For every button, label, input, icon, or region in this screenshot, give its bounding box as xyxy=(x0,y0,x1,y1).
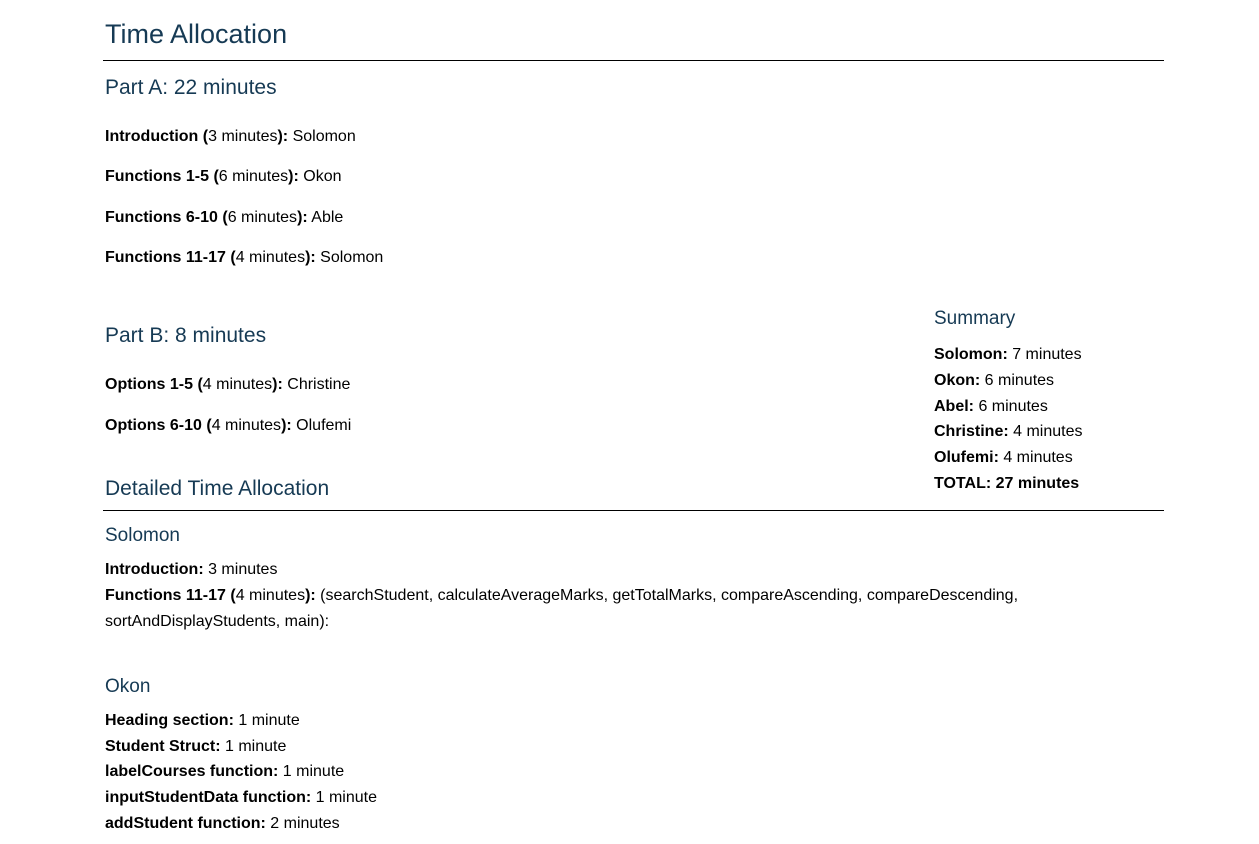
page-title: Time Allocation xyxy=(105,19,288,49)
summary-row-olufemi: Olufemi: 4 minutes xyxy=(934,445,1082,471)
part-b-item-options-6-10: Options 6-10 (4 minutes): Olufemi xyxy=(105,415,351,437)
summary-name: Okon: xyxy=(934,371,981,389)
part-a-heading: Part A: 22 minutes xyxy=(105,76,277,99)
item-post: ): xyxy=(297,209,308,226)
detail-value: 1 minute xyxy=(220,738,287,755)
item-person: Olufemi xyxy=(291,417,352,434)
part-a-item-functions-1-5: Functions 1-5 (6 minutes): Okon xyxy=(105,166,342,188)
item-minutes: 3 minutes xyxy=(208,128,278,145)
okon-row-inputstudentdata: inputStudentData function: 1 minute xyxy=(105,787,377,809)
item-pre: Functions 11-17 ( xyxy=(105,249,236,266)
part-a-item-functions-11-17: Functions 11-17 (4 minutes): Solomon xyxy=(105,247,383,269)
summary-row-christine: Christine: 4 minutes xyxy=(934,419,1082,445)
part-b-item-options-1-5: Options 1-5 (4 minutes): Christine xyxy=(105,374,350,396)
summary-total-text: TOTAL: 27 minutes xyxy=(934,474,1080,492)
item-post: ): xyxy=(281,417,292,434)
item-pre: Options 1-5 ( xyxy=(105,376,203,393)
detail-label: labelCourses function: xyxy=(105,763,279,780)
detail-value: 1 minute xyxy=(311,789,377,806)
okon-row-student-struct: Student Struct: 1 minute xyxy=(105,736,286,758)
item-pre: Functions 6-10 ( xyxy=(105,209,228,226)
item-minutes: 6 minutes xyxy=(218,168,289,185)
part-a-item-functions-6-10: Functions 6-10 (6 minutes): Able xyxy=(105,207,343,229)
detail-value: 3 minutes xyxy=(203,561,278,578)
detail-label: Student Struct: xyxy=(105,738,221,755)
solomon-heading: Solomon xyxy=(105,525,180,546)
summary-name: Abel: xyxy=(934,397,974,415)
solomon-introduction: Introduction: 3 minutes xyxy=(105,559,277,581)
item-person: Able xyxy=(307,209,344,226)
detailed-heading: Detailed Time Allocation xyxy=(105,477,330,500)
item-post: ): xyxy=(277,128,289,145)
item-person: Christine xyxy=(282,376,351,393)
okon-heading: Okon xyxy=(105,676,151,697)
item-pre: Functions 1-5 ( xyxy=(105,168,219,185)
summary-name: Solomon: xyxy=(934,346,1008,363)
detail-label: Heading section: xyxy=(105,712,234,729)
summary-value: 6 minutes xyxy=(980,371,1055,389)
summary-list: Solomon: 7 minutes Okon: 6 minutes Abel:… xyxy=(934,342,1082,497)
item-post: ): xyxy=(288,168,299,185)
summary-row-abel: Abel: 6 minutes xyxy=(934,394,1082,420)
detailed-divider xyxy=(103,510,1164,511)
title-divider xyxy=(103,60,1164,61)
solomon-functions: Functions 11-17 (4 minutes): (searchStud… xyxy=(105,583,1115,635)
item-person: Solomon xyxy=(315,249,384,266)
detail-label: Introduction: xyxy=(105,561,204,578)
item-post: ): xyxy=(305,249,316,266)
item-pre: Options 6-10 ( xyxy=(105,417,212,434)
okon-row-labelcourses: labelCourses function: 1 minute xyxy=(105,761,344,783)
summary-value: 7 minutes xyxy=(1007,346,1082,363)
item-minutes: 6 minutes xyxy=(227,209,298,226)
item-minutes: 4 minutes xyxy=(202,376,273,393)
summary-heading: Summary xyxy=(934,308,1016,329)
detail-post: ): xyxy=(305,587,316,604)
detail-label: inputStudentData function: xyxy=(105,789,312,806)
summary-value: 4 minutes xyxy=(1008,423,1083,441)
summary-row-okon: Okon: 6 minutes xyxy=(934,368,1082,394)
item-minutes: 4 minutes xyxy=(211,417,282,434)
detail-value: 2 minutes xyxy=(265,815,340,832)
detail-minutes: 4 minutes xyxy=(235,587,306,604)
detail-value: 1 minute xyxy=(233,712,300,729)
summary-total: TOTAL: 27 minutes xyxy=(934,471,1082,497)
summary-value: 6 minutes xyxy=(974,397,1048,415)
item-pre: Introduction ( xyxy=(105,128,209,145)
summary-row-solomon: Solomon: 7 minutes xyxy=(934,342,1082,368)
okon-row-heading-section: Heading section: 1 minute xyxy=(105,710,300,732)
part-a-item-introduction: Introduction (3 minutes): Solomon xyxy=(105,126,356,148)
part-b-heading: Part B: 8 minutes xyxy=(105,324,267,347)
detail-pre: Functions 11-17 ( xyxy=(105,587,236,604)
summary-value: 4 minutes xyxy=(998,449,1073,467)
item-person: Okon xyxy=(298,168,342,185)
okon-row-addstudent: addStudent function: 2 minutes xyxy=(105,813,340,835)
item-minutes: 4 minutes xyxy=(235,249,306,266)
item-person: Solomon xyxy=(288,128,356,145)
detail-value: 1 minute xyxy=(278,763,345,780)
summary-name: Christine: xyxy=(934,423,1009,441)
item-post: ): xyxy=(272,376,283,393)
summary-name: Olufemi: xyxy=(934,449,999,467)
detail-label: addStudent function: xyxy=(105,815,266,832)
